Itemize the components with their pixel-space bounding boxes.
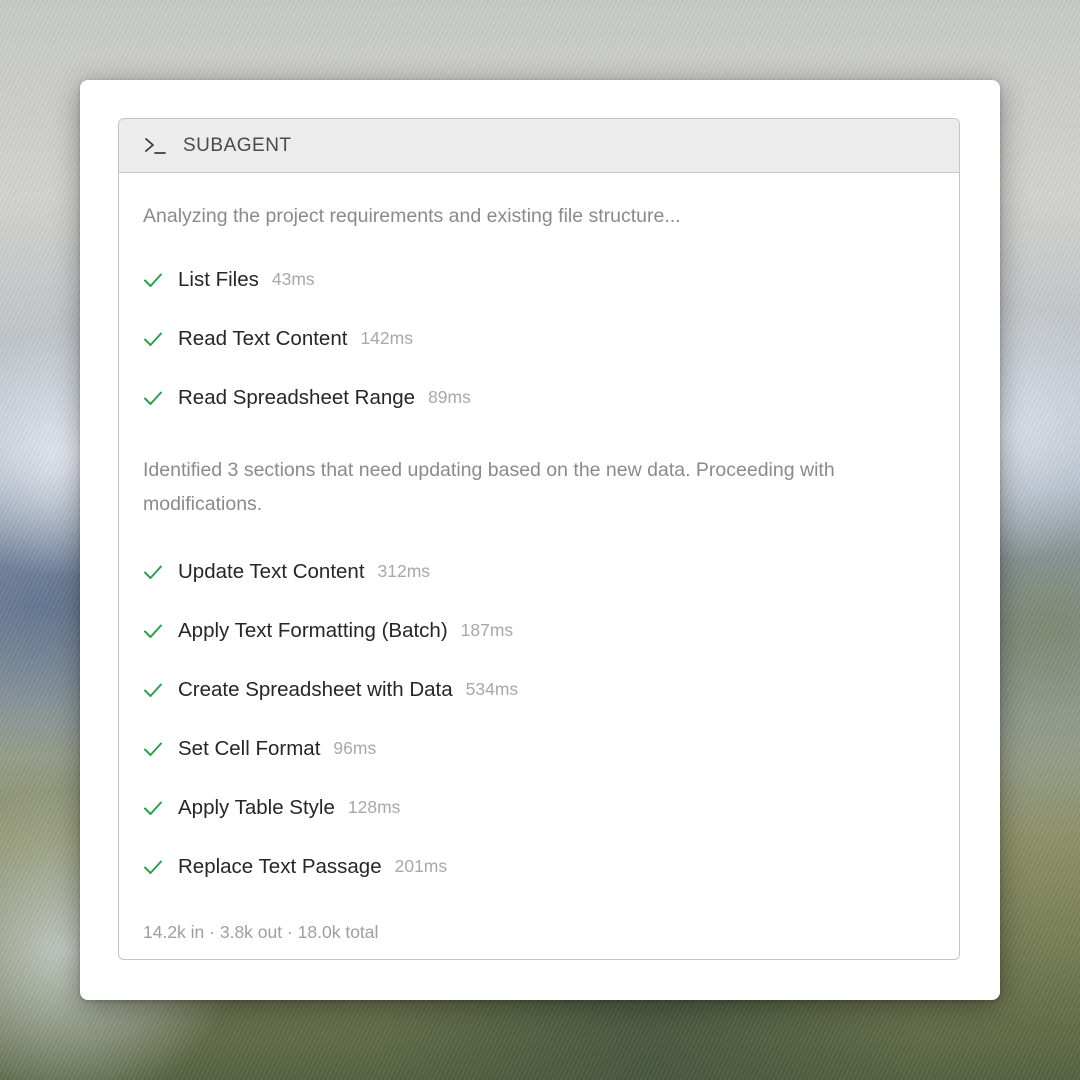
step-item: Apply Text Formatting (Batch) 187ms — [143, 601, 935, 660]
token-usage: 14.2k in · 3.8k out · 18.0k total — [143, 922, 379, 942]
dialog-card: SUBAGENT Analyzing the project requireme… — [80, 80, 1000, 1000]
step-duration: 89ms — [428, 387, 471, 407]
step-label: Update Text Content — [178, 559, 365, 583]
check-icon — [144, 391, 162, 405]
step-item: Apply Table Style 128ms — [143, 778, 935, 837]
panel-header[interactable]: SUBAGENT — [119, 119, 959, 173]
step-item: Update Text Content 312ms — [143, 542, 935, 601]
progress-message: Identified 3 sections that need updating… — [143, 459, 835, 515]
check-icon — [144, 624, 162, 638]
step-label: Set Cell Format — [178, 736, 321, 760]
terminal-icon — [145, 137, 166, 154]
panel-body: Analyzing the project requirements and e… — [119, 199, 959, 943]
check-icon — [144, 332, 162, 346]
step-item: Read Spreadsheet Range 89ms — [143, 368, 935, 427]
check-icon — [144, 565, 162, 579]
step-duration: 128ms — [347, 797, 401, 817]
step-item: List Files 43ms — [143, 250, 935, 309]
step-duration: 312ms — [377, 561, 431, 581]
step-label: Replace Text Passage — [178, 854, 382, 878]
subagent-panel: SUBAGENT Analyzing the project requireme… — [118, 118, 960, 960]
check-icon — [144, 860, 162, 874]
step-label: Apply Table Style — [178, 795, 335, 819]
step-duration: 96ms — [333, 738, 377, 758]
step-label: Read Text Content — [178, 326, 348, 350]
step-list-1: List Files 43ms Read Text Content 142ms … — [143, 250, 935, 427]
step-item: Replace Text Passage 201ms — [143, 837, 935, 896]
check-icon — [144, 273, 162, 287]
step-duration: 187ms — [460, 620, 514, 640]
step-duration: 142ms — [360, 328, 413, 348]
step-item: Read Text Content 142ms — [143, 309, 935, 368]
step-item: Create Spreadsheet with Data 534ms — [143, 660, 935, 719]
step-duration: 43ms — [271, 269, 315, 289]
check-icon — [144, 742, 162, 756]
step-label: List Files — [178, 267, 259, 291]
intro-message: Analyzing the project requirements and e… — [143, 205, 681, 227]
step-label: Create Spreadsheet with Data — [178, 677, 453, 701]
check-icon — [144, 683, 162, 697]
step-item: Set Cell Format 96ms — [143, 719, 935, 778]
step-label: Apply Text Formatting (Batch) — [178, 618, 448, 642]
step-list-2: Update Text Content 312ms Apply Text For… — [143, 542, 935, 896]
panel-title: SUBAGENT — [183, 134, 292, 156]
step-label: Read Spreadsheet Range — [178, 385, 416, 409]
step-duration: 201ms — [394, 856, 448, 876]
check-icon — [144, 801, 162, 815]
step-duration: 534ms — [465, 679, 519, 699]
